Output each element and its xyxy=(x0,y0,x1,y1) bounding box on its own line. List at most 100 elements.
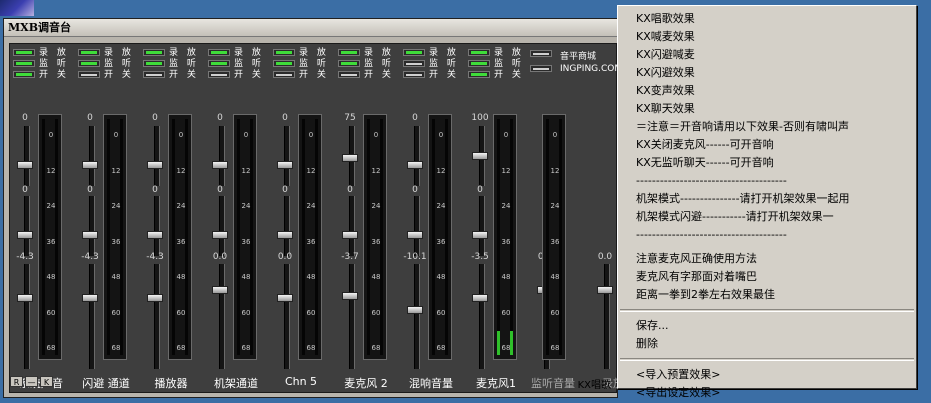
volume-fader-knob[interactable] xyxy=(17,294,33,302)
aux-fader-knob[interactable] xyxy=(342,231,358,239)
menu-tip[interactable]: 注意麦克风正确使用方法 xyxy=(618,250,916,268)
aux-fader-track[interactable] xyxy=(479,196,485,256)
switch-label: 录 放 xyxy=(299,48,329,58)
volume-fader-track[interactable] xyxy=(349,264,355,369)
menu-dashes[interactable]: -------------------------------------- xyxy=(618,226,916,244)
send-fader-knob[interactable] xyxy=(407,161,423,169)
channel-monitor-switch[interactable]: 监 听 xyxy=(335,59,395,69)
volume-fader-track[interactable] xyxy=(89,264,95,369)
menu-tip[interactable]: 麦克风有字那面对着嘴巴 xyxy=(618,268,916,286)
aux-fader-knob[interactable] xyxy=(277,231,293,239)
aux-fader-knob[interactable] xyxy=(147,231,163,239)
send-fader-track[interactable] xyxy=(154,126,160,186)
switch-led-icon xyxy=(78,49,100,56)
menu-item-no-monitor-chat[interactable]: KX无监听聊天------可开音响 xyxy=(618,154,916,172)
aux-fader-track[interactable] xyxy=(219,196,225,256)
volume-fader-track[interactable] xyxy=(24,264,30,369)
channel-monitor-switch[interactable]: 监 听 xyxy=(10,59,70,69)
channel-power-switch[interactable]: 开 关 xyxy=(270,70,330,80)
minimize-button[interactable]: — xyxy=(25,376,38,387)
send-fader-knob[interactable] xyxy=(472,152,488,160)
menu-tip[interactable]: 距离一拳到2拳左右效果最佳 xyxy=(618,286,916,304)
menu-item-delete[interactable]: 删除 xyxy=(618,335,916,353)
channel-record-switch[interactable]: 录 放 xyxy=(270,48,330,58)
aux-fader-track[interactable] xyxy=(414,196,420,256)
send-fader-track[interactable] xyxy=(24,126,30,186)
volume-fader-knob[interactable] xyxy=(147,294,163,302)
volume-fader-knob[interactable] xyxy=(597,286,613,294)
menu-dashes[interactable]: -------------------------------------- xyxy=(618,172,916,190)
channel-power-switch[interactable]: 开 关 xyxy=(10,70,70,80)
aux-fader-knob[interactable] xyxy=(472,231,488,239)
k-button[interactable]: K xyxy=(40,376,53,387)
send-fader-track[interactable] xyxy=(89,126,95,186)
volume-fader-knob[interactable] xyxy=(212,286,228,294)
volume-fader-knob[interactable] xyxy=(472,294,488,302)
channel-power-switch[interactable]: 开 关 xyxy=(140,70,200,80)
volume-fader-track[interactable] xyxy=(284,264,290,369)
volume-fader-knob[interactable] xyxy=(342,292,358,300)
send-fader-track[interactable] xyxy=(284,126,290,186)
aux-fader-track[interactable] xyxy=(89,196,95,256)
menu-item-chat[interactable]: KX聊天效果 xyxy=(618,100,916,118)
channel-monitor-switch[interactable]: 监 听 xyxy=(205,59,265,69)
meter-tick-label: 60 xyxy=(371,308,381,317)
menu-item-export-settings[interactable]: <导出设定效果> xyxy=(618,384,916,402)
channel-power-switch[interactable]: 开 关 xyxy=(205,70,265,80)
aux-fader-track[interactable] xyxy=(24,196,30,256)
channel-record-switch[interactable]: 录 放 xyxy=(75,48,135,58)
volume-fader-track[interactable] xyxy=(154,264,160,369)
channel-record-switch[interactable]: 录 放 xyxy=(205,48,265,58)
desktop-app-icon[interactable] xyxy=(0,0,34,16)
menu-item-shout[interactable]: KX喊麦效果 xyxy=(618,28,916,46)
menu-item-rack-mode[interactable]: 机架模式---------------请打开机架效果一起用 xyxy=(618,190,916,208)
switch-led-icon xyxy=(273,60,295,67)
menu-item-voice-change[interactable]: KX变声效果 xyxy=(618,82,916,100)
send-fader-knob[interactable] xyxy=(342,154,358,162)
channel-monitor-switch[interactable]: 监 听 xyxy=(465,59,525,69)
channel-record-switch[interactable]: 录 放 xyxy=(335,48,395,58)
channel-power-switch[interactable]: 开 关 xyxy=(400,70,460,80)
menu-item-duck[interactable]: KX闪避效果 xyxy=(618,64,916,82)
channel-monitor-switch[interactable]: 监 听 xyxy=(75,59,135,69)
send-fader-knob[interactable] xyxy=(277,161,293,169)
channel-record-switch[interactable]: 录 放 xyxy=(140,48,200,58)
channel-power-switch[interactable]: 开 关 xyxy=(75,70,135,80)
volume-fader-track[interactable] xyxy=(479,264,485,369)
channel-monitor-switch[interactable]: 监 听 xyxy=(400,59,460,69)
channel-record-switch[interactable]: 录 放 xyxy=(400,48,460,58)
aux-fader-track[interactable] xyxy=(154,196,160,256)
menu-item-singing[interactable]: KX唱歌效果 xyxy=(618,10,916,28)
aux-fader-knob[interactable] xyxy=(212,231,228,239)
send-fader-track[interactable] xyxy=(219,126,225,186)
send-fader-knob[interactable] xyxy=(147,161,163,169)
volume-fader-knob[interactable] xyxy=(82,294,98,302)
reset-button[interactable]: R xyxy=(10,376,23,387)
aux-fader-track[interactable] xyxy=(284,196,290,256)
aux-fader-track[interactable] xyxy=(349,196,355,256)
aux-fader-knob[interactable] xyxy=(82,231,98,239)
menu-item-duck-shout[interactable]: KX闪避喊麦 xyxy=(618,46,916,64)
channel-power-switch[interactable]: 开 关 xyxy=(465,70,525,80)
volume-fader-track[interactable] xyxy=(414,264,420,369)
send-fader-knob[interactable] xyxy=(82,161,98,169)
volume-fader-knob[interactable] xyxy=(407,306,423,314)
send-fader-knob[interactable] xyxy=(212,161,228,169)
send-fader-track[interactable] xyxy=(414,126,420,186)
send-fader-knob[interactable] xyxy=(17,161,33,169)
volume-fader-track[interactable] xyxy=(604,264,610,369)
volume-fader-track[interactable] xyxy=(219,264,225,369)
menu-item-save[interactable]: 保存... xyxy=(618,317,916,335)
channel-power-switch[interactable]: 开 关 xyxy=(335,70,395,80)
aux-fader-knob[interactable] xyxy=(17,231,33,239)
channel-record-switch[interactable]: 录 放 xyxy=(465,48,525,58)
channel-monitor-switch[interactable]: 监 听 xyxy=(140,59,200,69)
channel-monitor-switch[interactable]: 监 听 xyxy=(270,59,330,69)
menu-notice[interactable]: ＝注意＝开音响请用以下效果-否则有啸叫声 xyxy=(618,118,916,136)
menu-item-mic-off[interactable]: KX关闭麦克风------可开音响 xyxy=(618,136,916,154)
menu-item-rack-duck[interactable]: 机架模式闪避-----------请打开机架效果一 xyxy=(618,208,916,226)
menu-item-import-preset[interactable]: <导入预置效果> xyxy=(618,366,916,384)
aux-fader-knob[interactable] xyxy=(407,231,423,239)
channel-record-switch[interactable]: 录 放 xyxy=(10,48,70,58)
volume-fader-knob[interactable] xyxy=(277,294,293,302)
